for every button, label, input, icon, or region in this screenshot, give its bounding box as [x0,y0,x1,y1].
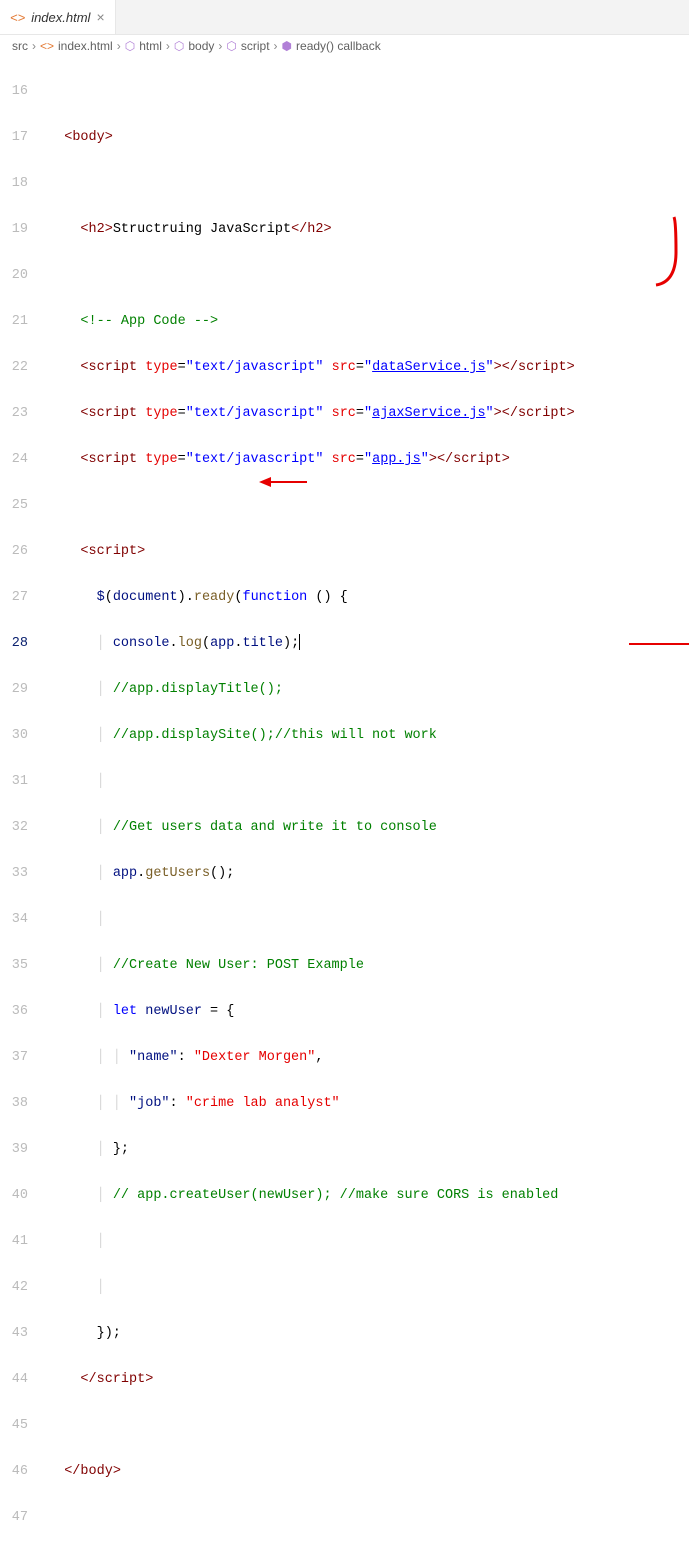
breadcrumb-item[interactable]: html [139,39,162,53]
tab-filename: index.html [31,10,90,25]
breadcrumb-item[interactable]: index.html [58,39,113,53]
file-html-icon: <> [40,39,54,53]
close-icon[interactable]: × [96,9,104,25]
breadcrumb-item[interactable]: src [12,39,28,53]
chevron-right-icon: › [117,39,121,53]
file-html-icon: <> [10,10,25,25]
code-area[interactable]: 16 17 <body> 18 19 <h2>Structruing JavaS… [0,57,689,1562]
symbol-icon: ⬡ [174,39,184,53]
chevron-right-icon: › [274,39,278,53]
symbol-icon: ⬡ [125,39,135,53]
symbol-icon: ⬡ [226,39,236,53]
tab-bar: <> index.html × [0,0,689,35]
breadcrumb-item[interactable]: ready() callback [296,39,381,53]
method-icon: ⬢ [282,39,292,53]
annotation-bracket [605,194,684,319]
breadcrumb-item[interactable]: body [188,39,214,53]
text-cursor [299,634,300,650]
tab-index-html[interactable]: <> index.html × [0,0,116,34]
breadcrumb-item[interactable]: script [241,39,270,53]
breadcrumb: src › <> index.html › ⬡ html › ⬡ body › … [0,35,689,57]
chevron-right-icon: › [32,39,36,53]
code-editor[interactable]: 16 17 <body> 18 19 <h2>Structruing JavaS… [0,57,689,1562]
chevron-right-icon: › [218,39,222,53]
chevron-right-icon: › [166,39,170,53]
